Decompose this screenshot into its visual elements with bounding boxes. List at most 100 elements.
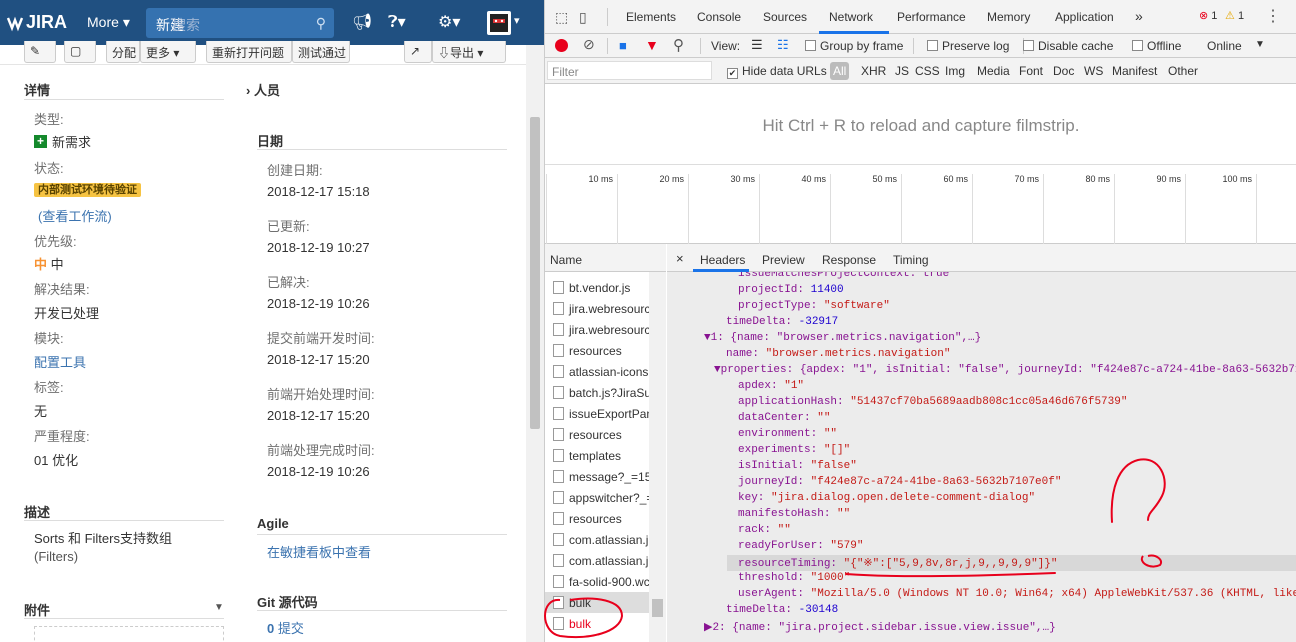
agile-heading: Agile (257, 516, 289, 531)
request-name: com.atlassian.ji (569, 533, 649, 547)
module-link[interactable]: 配置工具 (34, 352, 86, 371)
search-input[interactable]: 新建 搜索 ⚲ (146, 8, 334, 38)
request-row[interactable]: resources (545, 508, 649, 529)
close-icon[interactable]: × (676, 251, 684, 266)
request-row[interactable]: jira.webresourc (545, 298, 649, 319)
tab-sources[interactable]: Sources (763, 10, 807, 24)
jira-logo[interactable]: JIRA (6, 12, 67, 33)
export-button[interactable]: ⇩导出 ▾ (432, 41, 506, 63)
request-row[interactable]: atlassian-icons. (545, 361, 649, 382)
request-row[interactable]: templates (545, 445, 649, 466)
tab-application[interactable]: Application (1055, 10, 1114, 24)
request-row[interactable]: issueExportPan (545, 403, 649, 424)
devtools-menu-icon[interactable]: ⋮ (1265, 6, 1281, 26)
filter-type-all[interactable]: All (830, 62, 850, 80)
request-list-scrollbar[interactable] (649, 272, 666, 642)
tab-headers[interactable]: Headers (700, 253, 745, 267)
attachment-dropzone[interactable] (34, 626, 224, 642)
request-row[interactable]: bt.vendor.js (545, 277, 649, 298)
tree-node[interactable]: ▼1: {name: "browser.metrics.navigation",… (704, 332, 981, 344)
group-by-frame-toggle[interactable]: Group by frame (805, 39, 903, 53)
tab-network[interactable]: Network (829, 10, 873, 24)
avatar[interactable] (487, 11, 511, 35)
screenshot-icon[interactable]: ■ (619, 38, 627, 53)
filter-icon[interactable]: ▼ (645, 37, 659, 53)
search-icon[interactable]: ⚲ (316, 15, 326, 32)
request-row[interactable]: message?_=15. (545, 466, 649, 487)
filter-type-ws[interactable]: WS (1084, 64, 1103, 78)
view-workflow-link[interactable]: (查看工作流) (38, 206, 112, 225)
hide-data-urls-toggle[interactable]: ✔ Hide data URLs (727, 64, 827, 79)
waterfall-view-icon[interactable]: ☷ (777, 37, 789, 53)
type-value: 新需求 (52, 135, 92, 150)
inspect-icon[interactable]: ⬚ (555, 9, 568, 26)
tab-performance[interactable]: Performance (897, 10, 966, 24)
filter-type-media[interactable]: Media (977, 64, 1010, 78)
tree-node[interactable]: ▼properties: {apdex: "1", isInitial: "fa… (714, 364, 1296, 376)
edit-button[interactable]: ✎ (24, 41, 56, 63)
tree-node[interactable]: ▶2: {name: "jira.project.sidebar.issue.v… (704, 620, 1056, 634)
request-row[interactable]: appswitcher?_= (545, 487, 649, 508)
tree-key: userAgent: (738, 588, 811, 600)
assign-button[interactable]: 分配 (106, 41, 140, 63)
comment-button[interactable]: ▢ (64, 41, 96, 63)
errors-counter[interactable]: ⊗ 1 (1199, 9, 1217, 22)
tab-response[interactable]: Response (822, 253, 876, 267)
request-row[interactable]: fa-solid-900.wc (545, 571, 649, 592)
page-scrollbar[interactable] (526, 45, 544, 642)
search-icon[interactable]: ⚲ (673, 36, 684, 54)
warnings-counter[interactable]: ⚠ 1 (1225, 9, 1244, 22)
reopen-button[interactable]: 重新打开问题 (206, 41, 292, 63)
request-list-scrollbar-thumb[interactable] (652, 599, 663, 617)
more-actions-button[interactable]: 更多 ▾ (140, 41, 196, 63)
list-view-icon[interactable]: ☰ (751, 37, 763, 53)
request-row-selected[interactable]: bulk (545, 592, 649, 613)
more-menu[interactable]: More ▾ (87, 14, 130, 31)
share-button[interactable]: ↗ (404, 41, 432, 63)
filter-type-css[interactable]: CSS (915, 64, 940, 78)
request-row[interactable]: com.atlassian.ji (545, 529, 649, 550)
status-badge[interactable]: 内部测试环境待验证 (34, 181, 141, 197)
record-icon[interactable] (555, 39, 568, 52)
tab-timing[interactable]: Timing (893, 253, 929, 267)
file-icon (553, 470, 564, 483)
tab-memory[interactable]: Memory (987, 10, 1030, 24)
filter-type-xhr[interactable]: XHR (861, 64, 886, 78)
clear-icon[interactable]: ⊘ (583, 36, 595, 53)
preserve-log-toggle[interactable]: Preserve log (927, 39, 1009, 53)
git-commits-link[interactable]: 0 提交 (267, 618, 304, 637)
agile-board-link[interactable]: 在敏捷看板中查看 (267, 542, 371, 561)
filter-type-font[interactable]: Font (1019, 64, 1043, 78)
filter-type-manifest[interactable]: Manifest (1112, 64, 1157, 78)
request-row[interactable]: resources (545, 340, 649, 361)
name-column-header[interactable]: Name (545, 244, 666, 272)
disable-cache-toggle[interactable]: Disable cache (1023, 39, 1113, 53)
request-row[interactable]: resources (545, 424, 649, 445)
filter-type-js[interactable]: JS (895, 64, 909, 78)
page-scrollbar-thumb[interactable] (530, 117, 540, 429)
more-tabs-icon[interactable]: » (1135, 8, 1143, 24)
people-heading[interactable]: › 人员 (246, 80, 280, 99)
tab-elements[interactable]: Elements (626, 10, 676, 24)
request-row[interactable]: jira.webresourc (545, 319, 649, 340)
attachments-chevron-icon[interactable]: ▼ (214, 602, 224, 613)
filter-input[interactable]: Filter (547, 61, 712, 80)
filter-type-img[interactable]: Img (945, 64, 965, 78)
tab-preview[interactable]: Preview (762, 253, 805, 267)
help-icon[interactable]: ❓︎▾ (388, 12, 406, 32)
avatar-chevron-icon[interactable]: ▾ (514, 14, 520, 27)
request-row-failed[interactable]: bulk (545, 613, 649, 634)
filter-type-doc[interactable]: Doc (1053, 64, 1074, 78)
test-pass-button[interactable]: 测试通过 (292, 41, 350, 63)
filter-type-other[interactable]: Other (1168, 64, 1198, 78)
request-row[interactable]: com.atlassian.ji (545, 550, 649, 571)
megaphone-icon[interactable]: 📢︎ (352, 12, 372, 32)
tab-console[interactable]: Console (697, 10, 741, 24)
gear-icon[interactable]: ⚙▾ (438, 12, 460, 32)
throttle-chevron-icon[interactable]: ▼ (1255, 39, 1265, 50)
request-row[interactable]: batch.js?JiraSu. (545, 382, 649, 403)
device-toolbar-icon[interactable]: ▯ (579, 9, 587, 26)
resolution-value: 开发已处理 (34, 306, 100, 321)
offline-toggle[interactable]: Offline (1132, 39, 1181, 53)
throttle-select[interactable]: Online (1207, 39, 1242, 53)
